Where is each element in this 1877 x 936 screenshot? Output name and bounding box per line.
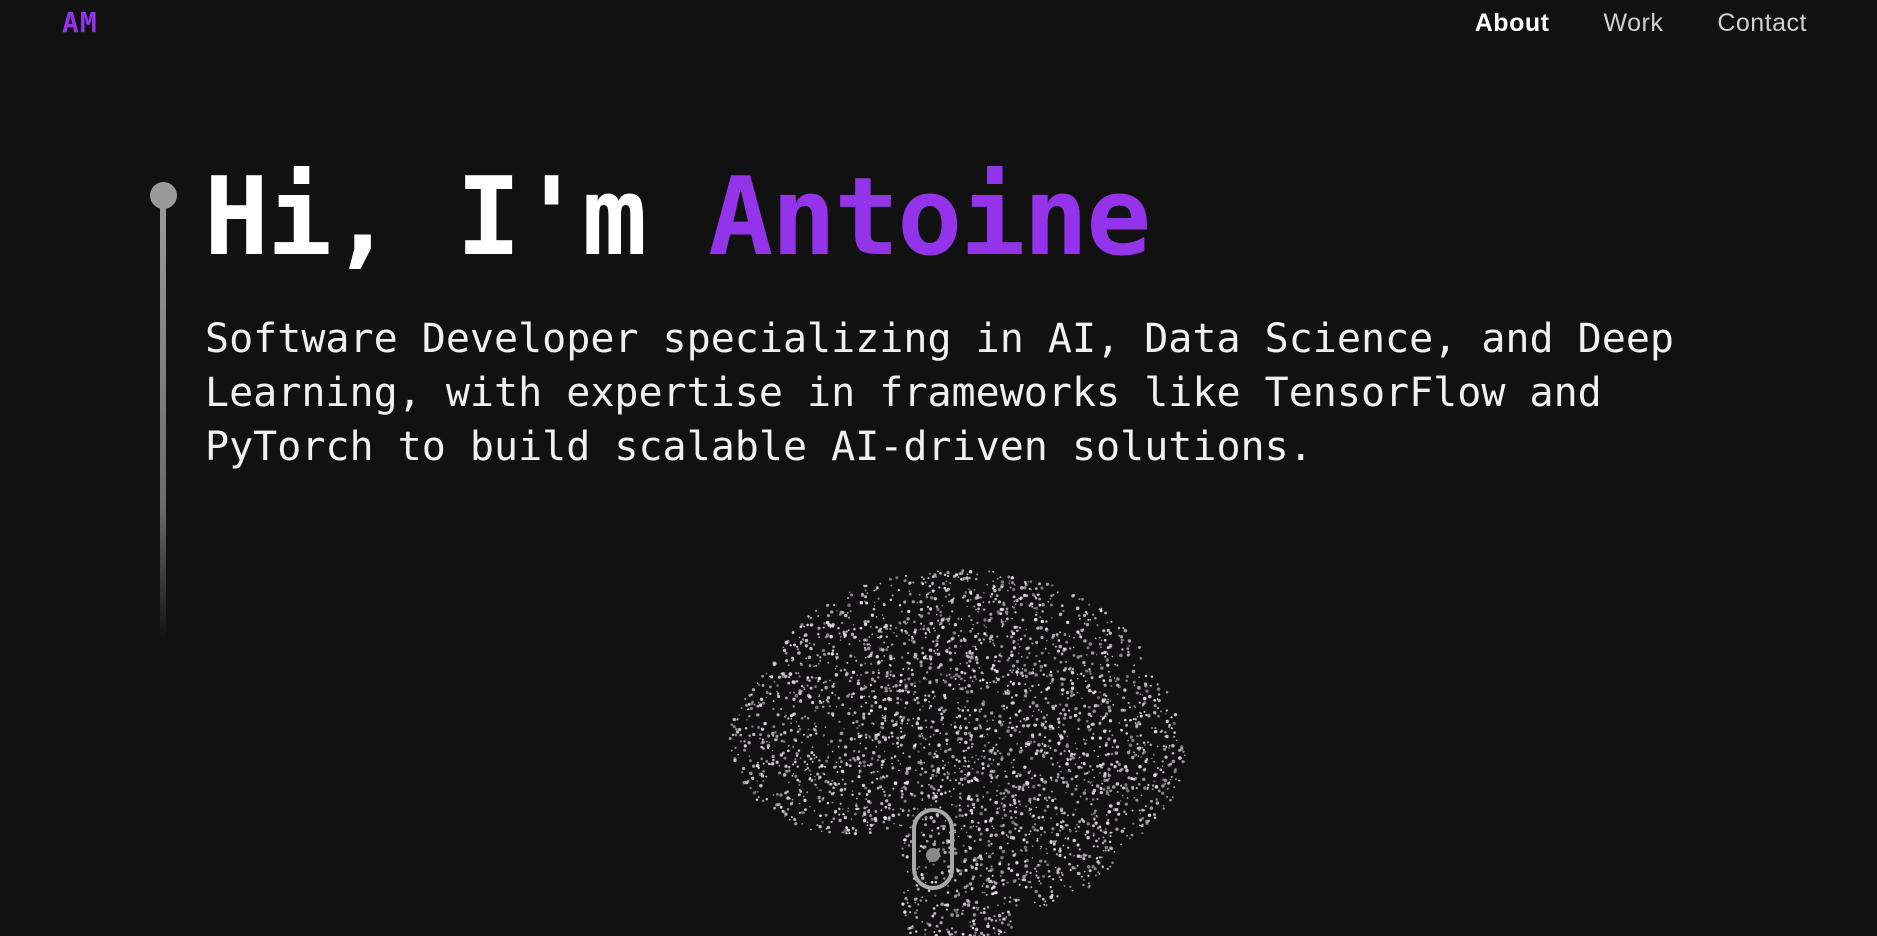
hero-subtitle: Software Developer specializing in AI, D… [205,316,1675,470]
hero-name: Antoine [708,155,1151,280]
scroll-wheel-dot [926,848,940,862]
hero-heading: Hi, I'm Antoine [204,164,1151,272]
nav-about-link[interactable]: About [1475,9,1550,38]
hero-greeting: Hi, I'm [204,155,709,280]
page: AM About Work Contact Hi, I'm Antoine So… [0,0,1877,936]
mouse-scroll-icon[interactable] [912,808,954,890]
nav-work-link[interactable]: Work [1603,9,1663,38]
logo[interactable]: AM [62,6,98,39]
main-nav: About Work Contact [1475,9,1807,38]
nav-contact-link[interactable]: Contact [1717,9,1807,38]
timeline-line [160,200,166,640]
brain-particle-icon [728,569,1186,936]
